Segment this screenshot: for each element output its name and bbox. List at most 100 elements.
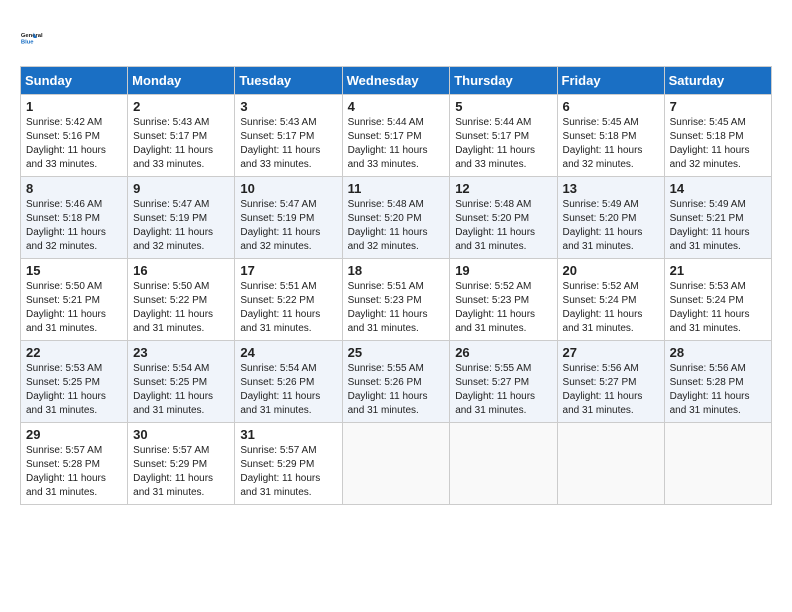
day-number: 1 [26,99,122,114]
col-header-tuesday: Tuesday [235,67,342,95]
day-number: 16 [133,263,229,278]
calendar-cell: 9 Sunrise: 5:47 AM Sunset: 5:19 PM Daylig… [128,177,235,259]
day-number: 8 [26,181,122,196]
day-number: 21 [670,263,766,278]
day-number: 19 [455,263,551,278]
day-number: 17 [240,263,336,278]
calendar-cell: 14 Sunrise: 5:49 AM Sunset: 5:21 PM Dayli… [664,177,771,259]
week-row-3: 15 Sunrise: 5:50 AM Sunset: 5:21 PM Dayli… [21,259,772,341]
svg-text:General: General [21,33,43,39]
day-info: Sunrise: 5:56 AM Sunset: 5:27 PM Dayligh… [563,362,659,418]
calendar-cell: 8 Sunrise: 5:46 AM Sunset: 5:18 PM Daylig… [21,177,128,259]
calendar-cell: 22Sunrise: 5:53 AM Sunset: 5:25 PM Dayli… [21,341,128,423]
day-info: Sunrise: 5:43 AM Sunset: 5:17 PM Dayligh… [240,116,336,172]
day-info: Sunrise: 5:48 AM Sunset: 5:20 PM Dayligh… [348,198,445,254]
day-number: 23 [133,345,229,360]
day-number: 11 [348,181,445,196]
calendar-cell: 25 Sunrise: 5:55 AM Sunset: 5:26 PM Dayli… [342,341,450,423]
day-info: Sunrise: 5:55 AM Sunset: 5:27 PM Dayligh… [455,362,551,418]
day-number: 31 [240,427,336,442]
day-info: Sunrise: 5:47 AM Sunset: 5:19 PM Dayligh… [133,198,229,254]
col-header-sunday: Sunday [21,67,128,95]
day-number: 18 [348,263,445,278]
logo-icon: General Blue [20,20,56,56]
day-number: 20 [563,263,659,278]
calendar-cell: 28 Sunrise: 5:56 AM Sunset: 5:28 PM Dayli… [664,341,771,423]
day-number: 15 [26,263,122,278]
calendar-cell: 4 Sunrise: 5:44 AM Sunset: 5:17 PM Daylig… [342,95,450,177]
day-number: 5 [455,99,551,114]
calendar: SundayMondayTuesdayWednesdayThursdayFrid… [20,66,772,505]
calendar-cell: 29 Sunrise: 5:57 AM Sunset: 5:28 PM Dayli… [21,423,128,505]
calendar-cell: 27 Sunrise: 5:56 AM Sunset: 5:27 PM Dayli… [557,341,664,423]
day-number: 3 [240,99,336,114]
day-number: 13 [563,181,659,196]
col-header-friday: Friday [557,67,664,95]
calendar-cell: 2Sunrise: 5:43 AM Sunset: 5:17 PM Daylig… [128,95,235,177]
calendar-cell [664,423,771,505]
day-number: 14 [670,181,766,196]
page-header: General Blue [20,20,772,56]
calendar-cell: 24Sunrise: 5:54 AM Sunset: 5:26 PM Dayli… [235,341,342,423]
day-info: Sunrise: 5:57 AM Sunset: 5:29 PM Dayligh… [240,444,336,500]
day-info: Sunrise: 5:56 AM Sunset: 5:28 PM Dayligh… [670,362,766,418]
logo: General Blue [20,20,56,56]
day-info: Sunrise: 5:57 AM Sunset: 5:29 PM Dayligh… [133,444,229,500]
calendar-cell [557,423,664,505]
day-number: 10 [240,181,336,196]
day-info: Sunrise: 5:50 AM Sunset: 5:22 PM Dayligh… [133,280,229,336]
day-number: 29 [26,427,122,442]
calendar-cell: 3 Sunrise: 5:43 AM Sunset: 5:17 PM Daylig… [235,95,342,177]
day-info: Sunrise: 5:46 AM Sunset: 5:18 PM Dayligh… [26,198,122,254]
day-number: 4 [348,99,445,114]
col-header-thursday: Thursday [450,67,557,95]
calendar-cell: 18 Sunrise: 5:51 AM Sunset: 5:23 PM Dayli… [342,259,450,341]
calendar-cell: 30Sunrise: 5:57 AM Sunset: 5:29 PM Dayli… [128,423,235,505]
calendar-cell [342,423,450,505]
day-number: 12 [455,181,551,196]
calendar-cell: 20Sunrise: 5:52 AM Sunset: 5:24 PM Dayli… [557,259,664,341]
day-info: Sunrise: 5:57 AM Sunset: 5:28 PM Dayligh… [26,444,122,500]
day-number: 2 [133,99,229,114]
day-number: 26 [455,345,551,360]
day-info: Sunrise: 5:50 AM Sunset: 5:21 PM Dayligh… [26,280,122,336]
calendar-cell: 10 Sunrise: 5:47 AM Sunset: 5:19 PM Dayli… [235,177,342,259]
day-info: Sunrise: 5:55 AM Sunset: 5:26 PM Dayligh… [348,362,445,418]
day-info: Sunrise: 5:51 AM Sunset: 5:22 PM Dayligh… [240,280,336,336]
day-info: Sunrise: 5:48 AM Sunset: 5:20 PM Dayligh… [455,198,551,254]
day-info: Sunrise: 5:44 AM Sunset: 5:17 PM Dayligh… [348,116,445,172]
day-number: 28 [670,345,766,360]
week-row-4: 22Sunrise: 5:53 AM Sunset: 5:25 PM Dayli… [21,341,772,423]
day-number: 25 [348,345,445,360]
calendar-cell: 13 Sunrise: 5:49 AM Sunset: 5:20 PM Dayli… [557,177,664,259]
day-info: Sunrise: 5:51 AM Sunset: 5:23 PM Dayligh… [348,280,445,336]
day-info: Sunrise: 5:42 AM Sunset: 5:16 PM Dayligh… [26,116,122,172]
col-header-monday: Monday [128,67,235,95]
svg-text:Blue: Blue [21,39,34,45]
day-number: 6 [563,99,659,114]
day-number: 27 [563,345,659,360]
calendar-cell: 16 Sunrise: 5:50 AM Sunset: 5:22 PM Dayli… [128,259,235,341]
calendar-cell: 21 Sunrise: 5:53 AM Sunset: 5:24 PM Dayli… [664,259,771,341]
calendar-cell: 6 Sunrise: 5:45 AM Sunset: 5:18 PM Daylig… [557,95,664,177]
day-info: Sunrise: 5:54 AM Sunset: 5:26 PM Dayligh… [240,362,336,418]
day-info: Sunrise: 5:45 AM Sunset: 5:18 PM Dayligh… [670,116,766,172]
calendar-cell: 19Sunrise: 5:52 AM Sunset: 5:23 PM Dayli… [450,259,557,341]
col-header-wednesday: Wednesday [342,67,450,95]
day-info: Sunrise: 5:53 AM Sunset: 5:24 PM Dayligh… [670,280,766,336]
col-header-saturday: Saturday [664,67,771,95]
day-info: Sunrise: 5:49 AM Sunset: 5:20 PM Dayligh… [563,198,659,254]
day-info: Sunrise: 5:49 AM Sunset: 5:21 PM Dayligh… [670,198,766,254]
week-row-1: 1 Sunrise: 5:42 AM Sunset: 5:16 PM Daylig… [21,95,772,177]
calendar-cell: 12 Sunrise: 5:48 AM Sunset: 5:20 PM Dayli… [450,177,557,259]
day-number: 9 [133,181,229,196]
calendar-cell: 5Sunrise: 5:44 AM Sunset: 5:17 PM Daylig… [450,95,557,177]
calendar-cell: 1 Sunrise: 5:42 AM Sunset: 5:16 PM Daylig… [21,95,128,177]
calendar-cell: 31 Sunrise: 5:57 AM Sunset: 5:29 PM Dayli… [235,423,342,505]
calendar-cell: 17 Sunrise: 5:51 AM Sunset: 5:22 PM Dayli… [235,259,342,341]
day-info: Sunrise: 5:45 AM Sunset: 5:18 PM Dayligh… [563,116,659,172]
week-row-5: 29 Sunrise: 5:57 AM Sunset: 5:28 PM Dayli… [21,423,772,505]
day-info: Sunrise: 5:47 AM Sunset: 5:19 PM Dayligh… [240,198,336,254]
day-info: Sunrise: 5:53 AM Sunset: 5:25 PM Dayligh… [26,362,122,418]
calendar-cell [450,423,557,505]
